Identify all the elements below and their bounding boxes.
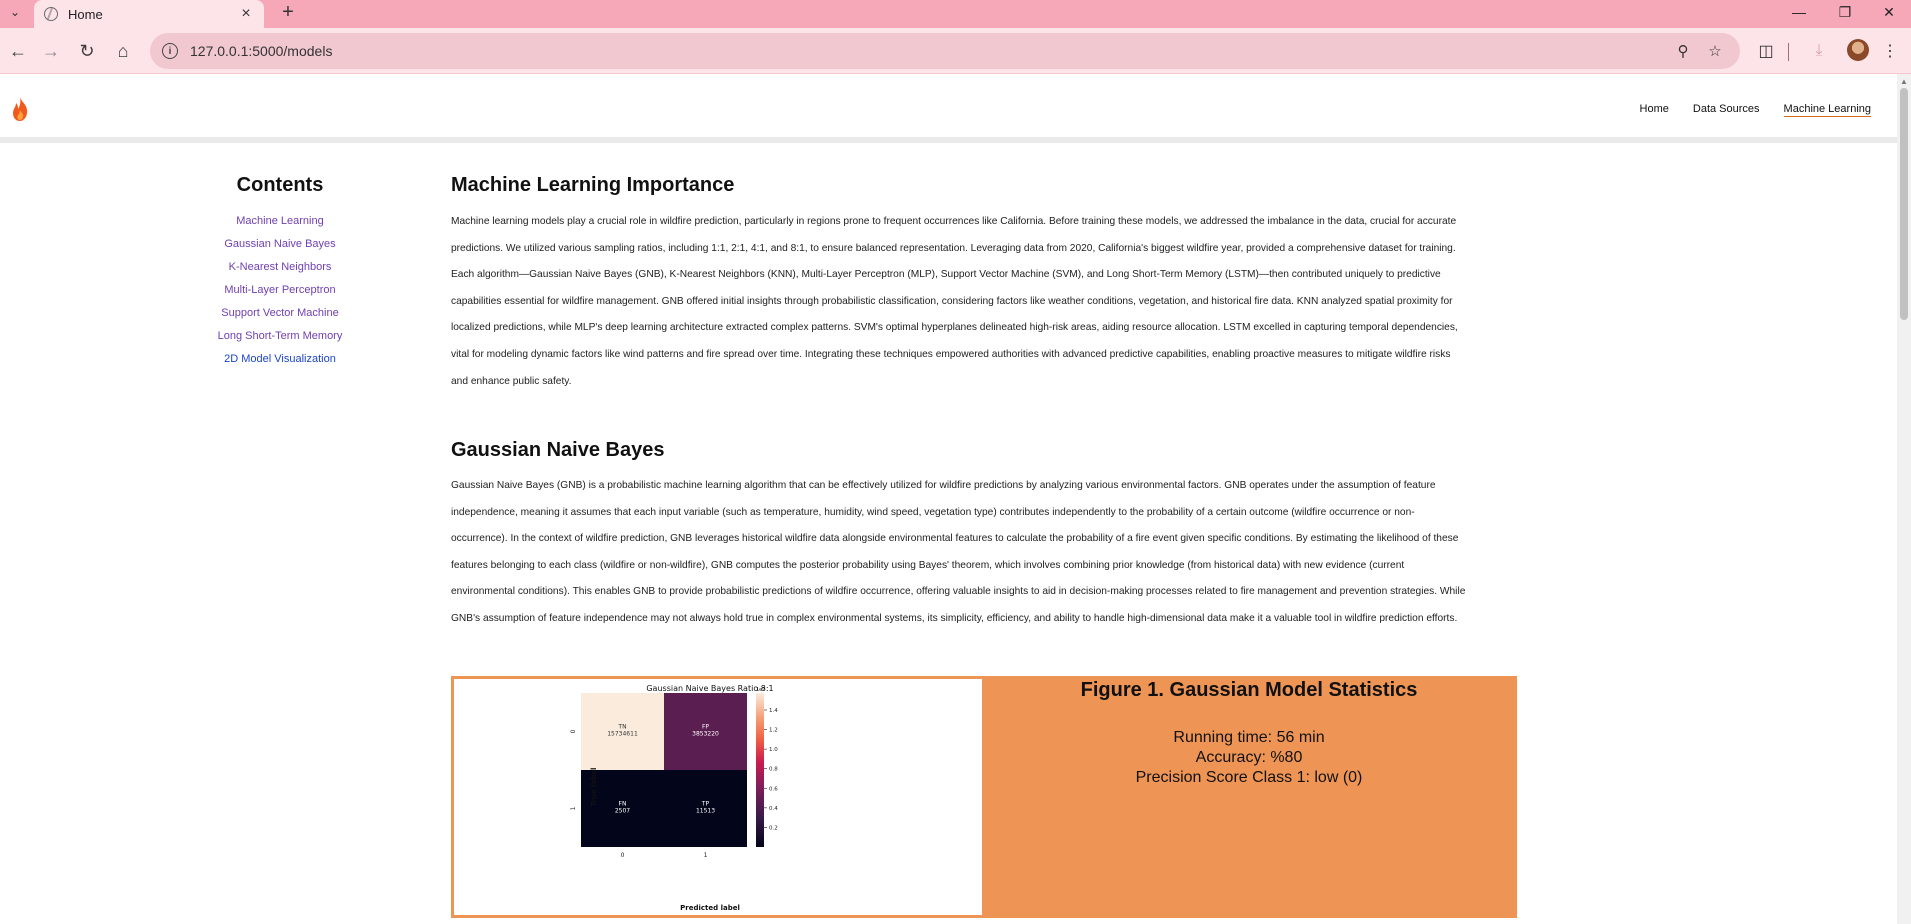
colorbar-tick-label: 0.4 <box>769 806 778 812</box>
chart-title: Gaussian Naive Bayes Ratio 8:1 <box>646 684 773 693</box>
toc-link-2d-model-visualization[interactable]: 2D Model Visualization <box>200 353 360 376</box>
globe-icon <box>44 7 58 21</box>
cell-label: TN <box>617 724 626 731</box>
minimize-icon[interactable]: — <box>1776 0 1822 24</box>
close-icon[interactable]: × <box>236 4 256 24</box>
extensions-icon[interactable]: ◫ <box>1750 35 1782 67</box>
paragraph-line: vital for modeling dynamic factors like … <box>451 348 1451 360</box>
browser-tab[interactable]: Home × <box>34 0 264 28</box>
contents-title: Contents <box>236 174 324 196</box>
web-page: Home Data Sources Machine Learning Conte… <box>0 74 1897 924</box>
profile-avatar[interactable] <box>1847 39 1869 61</box>
flame-icon[interactable] <box>10 96 30 122</box>
stat-running-time: Running time: 56 min <box>1173 729 1325 746</box>
paragraph-line: Machine learning models play a crucial r… <box>451 216 1457 227</box>
paragraph-line: occurrence). In the context of wildfire … <box>451 533 1459 545</box>
colorbar-exponent: 1e7 <box>756 687 765 693</box>
y-tick-label: 1 <box>570 806 577 810</box>
cell-value: 3853220 <box>692 731 719 738</box>
stat-precision: Precision Score Class 1: low (0) <box>1135 769 1363 786</box>
paragraph-line: and enhance public safety. <box>451 375 572 387</box>
address-bar[interactable]: i 127.0.0.1:5000/models ⚲ ☆ <box>150 33 1740 69</box>
toc-link-k-nearest-neighbors[interactable]: K-Nearest Neighbors <box>200 261 360 284</box>
x-tick-label: 0 <box>621 852 625 859</box>
download-icon[interactable]: ⤓ <box>1803 35 1835 67</box>
cell-label: TP <box>701 801 710 808</box>
paragraph-line: capabilities essential for wildfire mana… <box>451 295 1453 307</box>
tab-search-icon[interactable]: ⌄ <box>0 0 30 24</box>
browser-tab-strip: ⌄ Home × + — ❐ ✕ <box>0 0 1911 28</box>
cell-value: 11513 <box>696 808 715 815</box>
cell-label: FN <box>619 801 627 808</box>
url-text[interactable]: 127.0.0.1:5000/models <box>190 43 332 59</box>
zoom-icon[interactable]: ⚲ <box>1668 33 1698 69</box>
y-tick-label: 0 <box>570 729 577 733</box>
site-header: Home Data Sources Machine Learning <box>0 74 1897 143</box>
toc-link-multi-layer-perceptron[interactable]: Multi-Layer Perceptron <box>200 284 360 307</box>
confusion-matrix-chart: Gaussian Naive Bayes Ratio 8:1 TN1573461… <box>570 684 778 912</box>
toc-link-support-vector-machine[interactable]: Support Vector Machine <box>200 307 360 330</box>
bookmark-star-icon[interactable]: ☆ <box>1700 33 1730 69</box>
gnb-paragraph: Gaussian Naive Bayes (GNB) is a probabil… <box>451 473 1517 633</box>
paragraph-line: GNB's assumption of feature independence… <box>451 612 1458 624</box>
section-title-ml-importance: Machine Learning Importance <box>451 174 735 196</box>
home-icon[interactable]: ⌂ <box>107 35 139 67</box>
page-scrollbar[interactable]: ▲ <box>1897 74 1911 924</box>
contents-sidebar: Contents Machine Learning Gaussian Naive… <box>200 174 360 376</box>
colorbar-tick-label: 0.2 <box>769 825 778 831</box>
paragraph-line: Gaussian Naive Bayes (GNB) is a probabil… <box>451 480 1436 491</box>
site-nav: Home Data Sources Machine Learning <box>1640 103 1871 117</box>
model-stats-panel: Figure 1. Gaussian Model Statistics Runn… <box>984 679 1514 915</box>
paragraph-line: Each algorithm—Gaussian Naive Bayes (GNB… <box>451 269 1441 281</box>
forward-icon[interactable]: → <box>35 35 67 67</box>
paragraph-line: predictions. We utilized various samplin… <box>451 242 1456 254</box>
cell-value: 15734611 <box>607 731 638 738</box>
section-title-gaussian-naive-bayes: Gaussian Naive Bayes <box>451 439 665 461</box>
paragraph-line: independence, meaning it assumes that ea… <box>451 506 1415 518</box>
browser-toolbar: ← → ↻ ⌂ i 127.0.0.1:5000/models ⚲ ☆ ◫ ⤓ … <box>0 28 1911 74</box>
tab-title: Home <box>68 6 103 22</box>
figure-gaussian-model: Gaussian Naive Bayes Ratio 8:1 TN 1573461… <box>451 676 1517 918</box>
figure-title: Figure 1. Gaussian Model Statistics <box>1080 679 1418 701</box>
colorbar-tick-label: 1.0 <box>769 747 778 753</box>
colorbar-tick-label: 0.6 <box>769 786 778 792</box>
nav-home-link[interactable]: Home <box>1640 103 1669 117</box>
menu-icon[interactable]: ⋮ <box>1874 35 1906 67</box>
stat-accuracy: Accuracy: %80 <box>1195 749 1303 766</box>
reload-icon[interactable]: ↻ <box>71 35 103 67</box>
colorbar-tick-label: 1.4 <box>769 708 778 714</box>
restore-icon[interactable]: ❐ <box>1822 0 1868 24</box>
toc-link-machine-learning[interactable]: Machine Learning <box>200 215 360 238</box>
paragraph-line: localized predictions, while MLP's deep … <box>451 322 1458 334</box>
paragraph-line: environmental conditions). This enables … <box>451 586 1466 598</box>
site-info-icon[interactable]: i <box>162 43 178 59</box>
confusion-matrix-figure: Gaussian Naive Bayes Ratio 8:1 TN 1573461… <box>454 679 982 915</box>
scroll-up-arrow-icon[interactable]: ▲ <box>1900 77 1908 86</box>
toc-link-long-short-term-memory[interactable]: Long Short-Term Memory <box>200 330 360 353</box>
new-tab-button[interactable]: + <box>276 0 300 24</box>
x-axis-label: Predicted label <box>680 904 740 912</box>
ml-importance-paragraph: Machine learning models play a crucial r… <box>451 209 1517 395</box>
y-axis-label: True label <box>590 768 598 807</box>
colorbar-tick-label: 0.8 <box>769 767 778 773</box>
window-close-icon[interactable]: ✕ <box>1866 0 1911 24</box>
toolbar-divider <box>1788 43 1789 61</box>
toc-link-gaussian-naive-bayes[interactable]: Gaussian Naive Bayes <box>200 238 360 261</box>
back-icon[interactable]: ← <box>2 35 34 67</box>
colorbar-tick-label: 1.2 <box>769 728 778 734</box>
nav-machine-learning-link[interactable]: Machine Learning <box>1783 103 1871 117</box>
x-tick-label: 1 <box>704 852 708 859</box>
paragraph-line: features belonging to each class (wildfi… <box>451 559 1405 571</box>
colorbar <box>756 693 764 847</box>
cell-value: 2507 <box>615 808 630 815</box>
cell-label: FP <box>702 724 709 731</box>
scrollbar-thumb[interactable] <box>1900 88 1908 320</box>
nav-data-sources-link[interactable]: Data Sources <box>1693 103 1760 117</box>
